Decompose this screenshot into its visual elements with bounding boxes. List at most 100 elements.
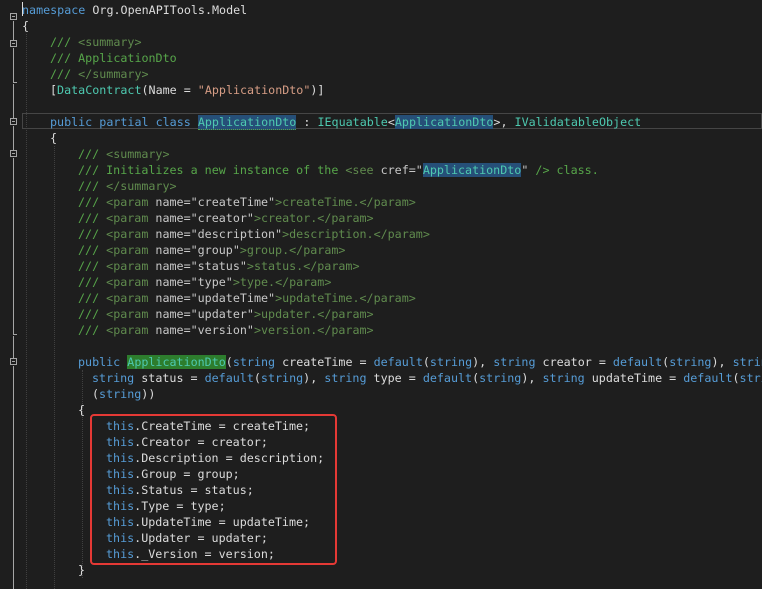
code-token: updateTime =	[584, 371, 684, 385]
code-editor[interactable]: namespace Org.OpenAPITools.Model{/// <su…	[0, 0, 762, 589]
code-line[interactable]: /// <param name="updateTime">updateTime.…	[0, 290, 762, 306]
code-token: createTime =	[275, 355, 374, 369]
code-token: status =	[134, 371, 205, 385]
code-token: "creator"	[190, 211, 254, 225]
code-line[interactable]	[0, 98, 762, 114]
code-token: <summary>	[106, 147, 170, 161]
code-token: <param	[106, 243, 156, 257]
code-line[interactable]: /// <param name="status">status.</param>	[0, 258, 762, 274]
code-token: <param	[106, 323, 156, 337]
red-highlight-box	[90, 414, 337, 565]
code-token: <param	[106, 291, 156, 305]
code-token: default	[422, 371, 473, 385]
code-line[interactable]: [DataContract(Name = "ApplicationDto")]	[0, 82, 762, 98]
code-line[interactable]: (string))	[0, 386, 762, 402]
code-token: <param	[106, 227, 156, 241]
code-token: name=	[155, 195, 191, 209]
code-token: ApplicationDto	[394, 115, 494, 129]
code-token: ///	[78, 179, 107, 193]
code-token: /// ApplicationDto	[50, 51, 177, 65]
code-line[interactable]: /// </summary>	[0, 178, 762, 194]
code-token: "createTime"	[190, 195, 276, 209]
code-line[interactable]: /// <param name="creator">creator.</para…	[0, 210, 762, 226]
code-token: ///	[78, 259, 107, 273]
code-token: IEquatable	[317, 115, 388, 129]
code-line[interactable]: public ApplicationDto(string createTime …	[0, 354, 762, 370]
code-token: name=	[155, 243, 191, 257]
code-token: /// Initializes a new instance of the	[78, 163, 346, 177]
code-token: ApplicationDto	[422, 163, 522, 177]
code-token: <param	[106, 307, 156, 321]
code-token: >version.</param>	[253, 323, 374, 337]
code-token: (	[253, 371, 261, 385]
code-token: partial	[99, 115, 149, 129]
code-line[interactable]: /// ApplicationDto	[0, 50, 762, 66]
code-token: [	[50, 83, 58, 97]
code-token: name=	[155, 211, 191, 225]
code-token: cref=	[380, 163, 416, 177]
code-line[interactable]	[0, 338, 762, 354]
code-token: ///	[78, 211, 107, 225]
code-token: string	[669, 355, 712, 369]
code-token: ApplicationDto	[127, 355, 226, 369]
code-line[interactable]: /// <param name="createTime">createTime.…	[0, 194, 762, 210]
code-token: <	[387, 115, 395, 129]
code-token: string	[324, 371, 367, 385]
code-token: <param	[106, 211, 156, 225]
code-line[interactable]: /// <summary>	[0, 146, 762, 162]
code-token: >type.</param>	[232, 275, 332, 289]
code-token: <summary>	[78, 35, 142, 49]
code-line[interactable]: /// </summary>	[0, 66, 762, 82]
code-token: creator =	[535, 355, 613, 369]
code-token: "ApplicationDto"	[197, 83, 311, 97]
code-line[interactable]: {	[0, 130, 762, 146]
code-token: </summary>	[106, 179, 177, 193]
code-line[interactable]: namespace Org.OpenAPITools.Model	[0, 2, 762, 18]
code-token: >createTime.</param>	[275, 195, 416, 209]
code-line[interactable]: /// <param name="version">version.</para…	[0, 322, 762, 338]
code-line[interactable]: /// <param name="description">descriptio…	[0, 226, 762, 242]
code-token: ///	[78, 275, 107, 289]
code-token: string	[542, 371, 585, 385]
code-token: >description.</param>	[282, 227, 430, 241]
code-token: "type"	[190, 275, 233, 289]
code-token: Org.OpenAPITools.Model	[85, 3, 248, 17]
code-line[interactable]: /// <param name="type">type.</param>	[0, 274, 762, 290]
code-token: >group.</param>	[239, 243, 346, 257]
code-token: string	[99, 387, 142, 401]
code-token: ),	[521, 371, 543, 385]
code-token: string	[479, 371, 522, 385]
code-token: ///	[78, 227, 107, 241]
code-token: "updater"	[190, 307, 254, 321]
code-line[interactable]: /// <summary>	[0, 34, 762, 50]
code-token: DataContract	[57, 83, 142, 97]
code-line[interactable]: /// <param name="updater">updater.</para…	[0, 306, 762, 322]
code-line[interactable]: {	[0, 18, 762, 34]
code-line[interactable]: public partial class ApplicationDto : IE…	[0, 114, 762, 130]
code-token: {	[22, 19, 30, 33]
code-token: string	[429, 355, 473, 369]
code-token: "group"	[190, 243, 240, 257]
code-line[interactable]: /// Initializes a new instance of the <s…	[0, 162, 762, 178]
code-token: ///	[50, 67, 79, 81]
code-token: name=	[155, 259, 191, 273]
code-token: name=	[155, 307, 191, 321]
code-token: ///	[78, 195, 107, 209]
code-token: public	[50, 115, 93, 129]
code-token: name=	[155, 291, 191, 305]
code-token: >status.</param>	[246, 259, 360, 273]
code-token: public	[78, 355, 121, 369]
code-line[interactable]: /// <param name="group">group.</param>	[0, 242, 762, 258]
code-token: >creator.</param>	[253, 211, 374, 225]
code-line[interactable]: string status = default(string), string …	[0, 370, 762, 386]
code-token: default	[612, 355, 663, 369]
code-token: "status"	[190, 259, 247, 273]
code-token: <param	[106, 275, 156, 289]
code-token: string	[493, 355, 536, 369]
code-token: ///	[78, 307, 107, 321]
code-token: {	[78, 403, 86, 417]
code-token: ///	[78, 323, 107, 337]
code-token: string	[260, 371, 304, 385]
